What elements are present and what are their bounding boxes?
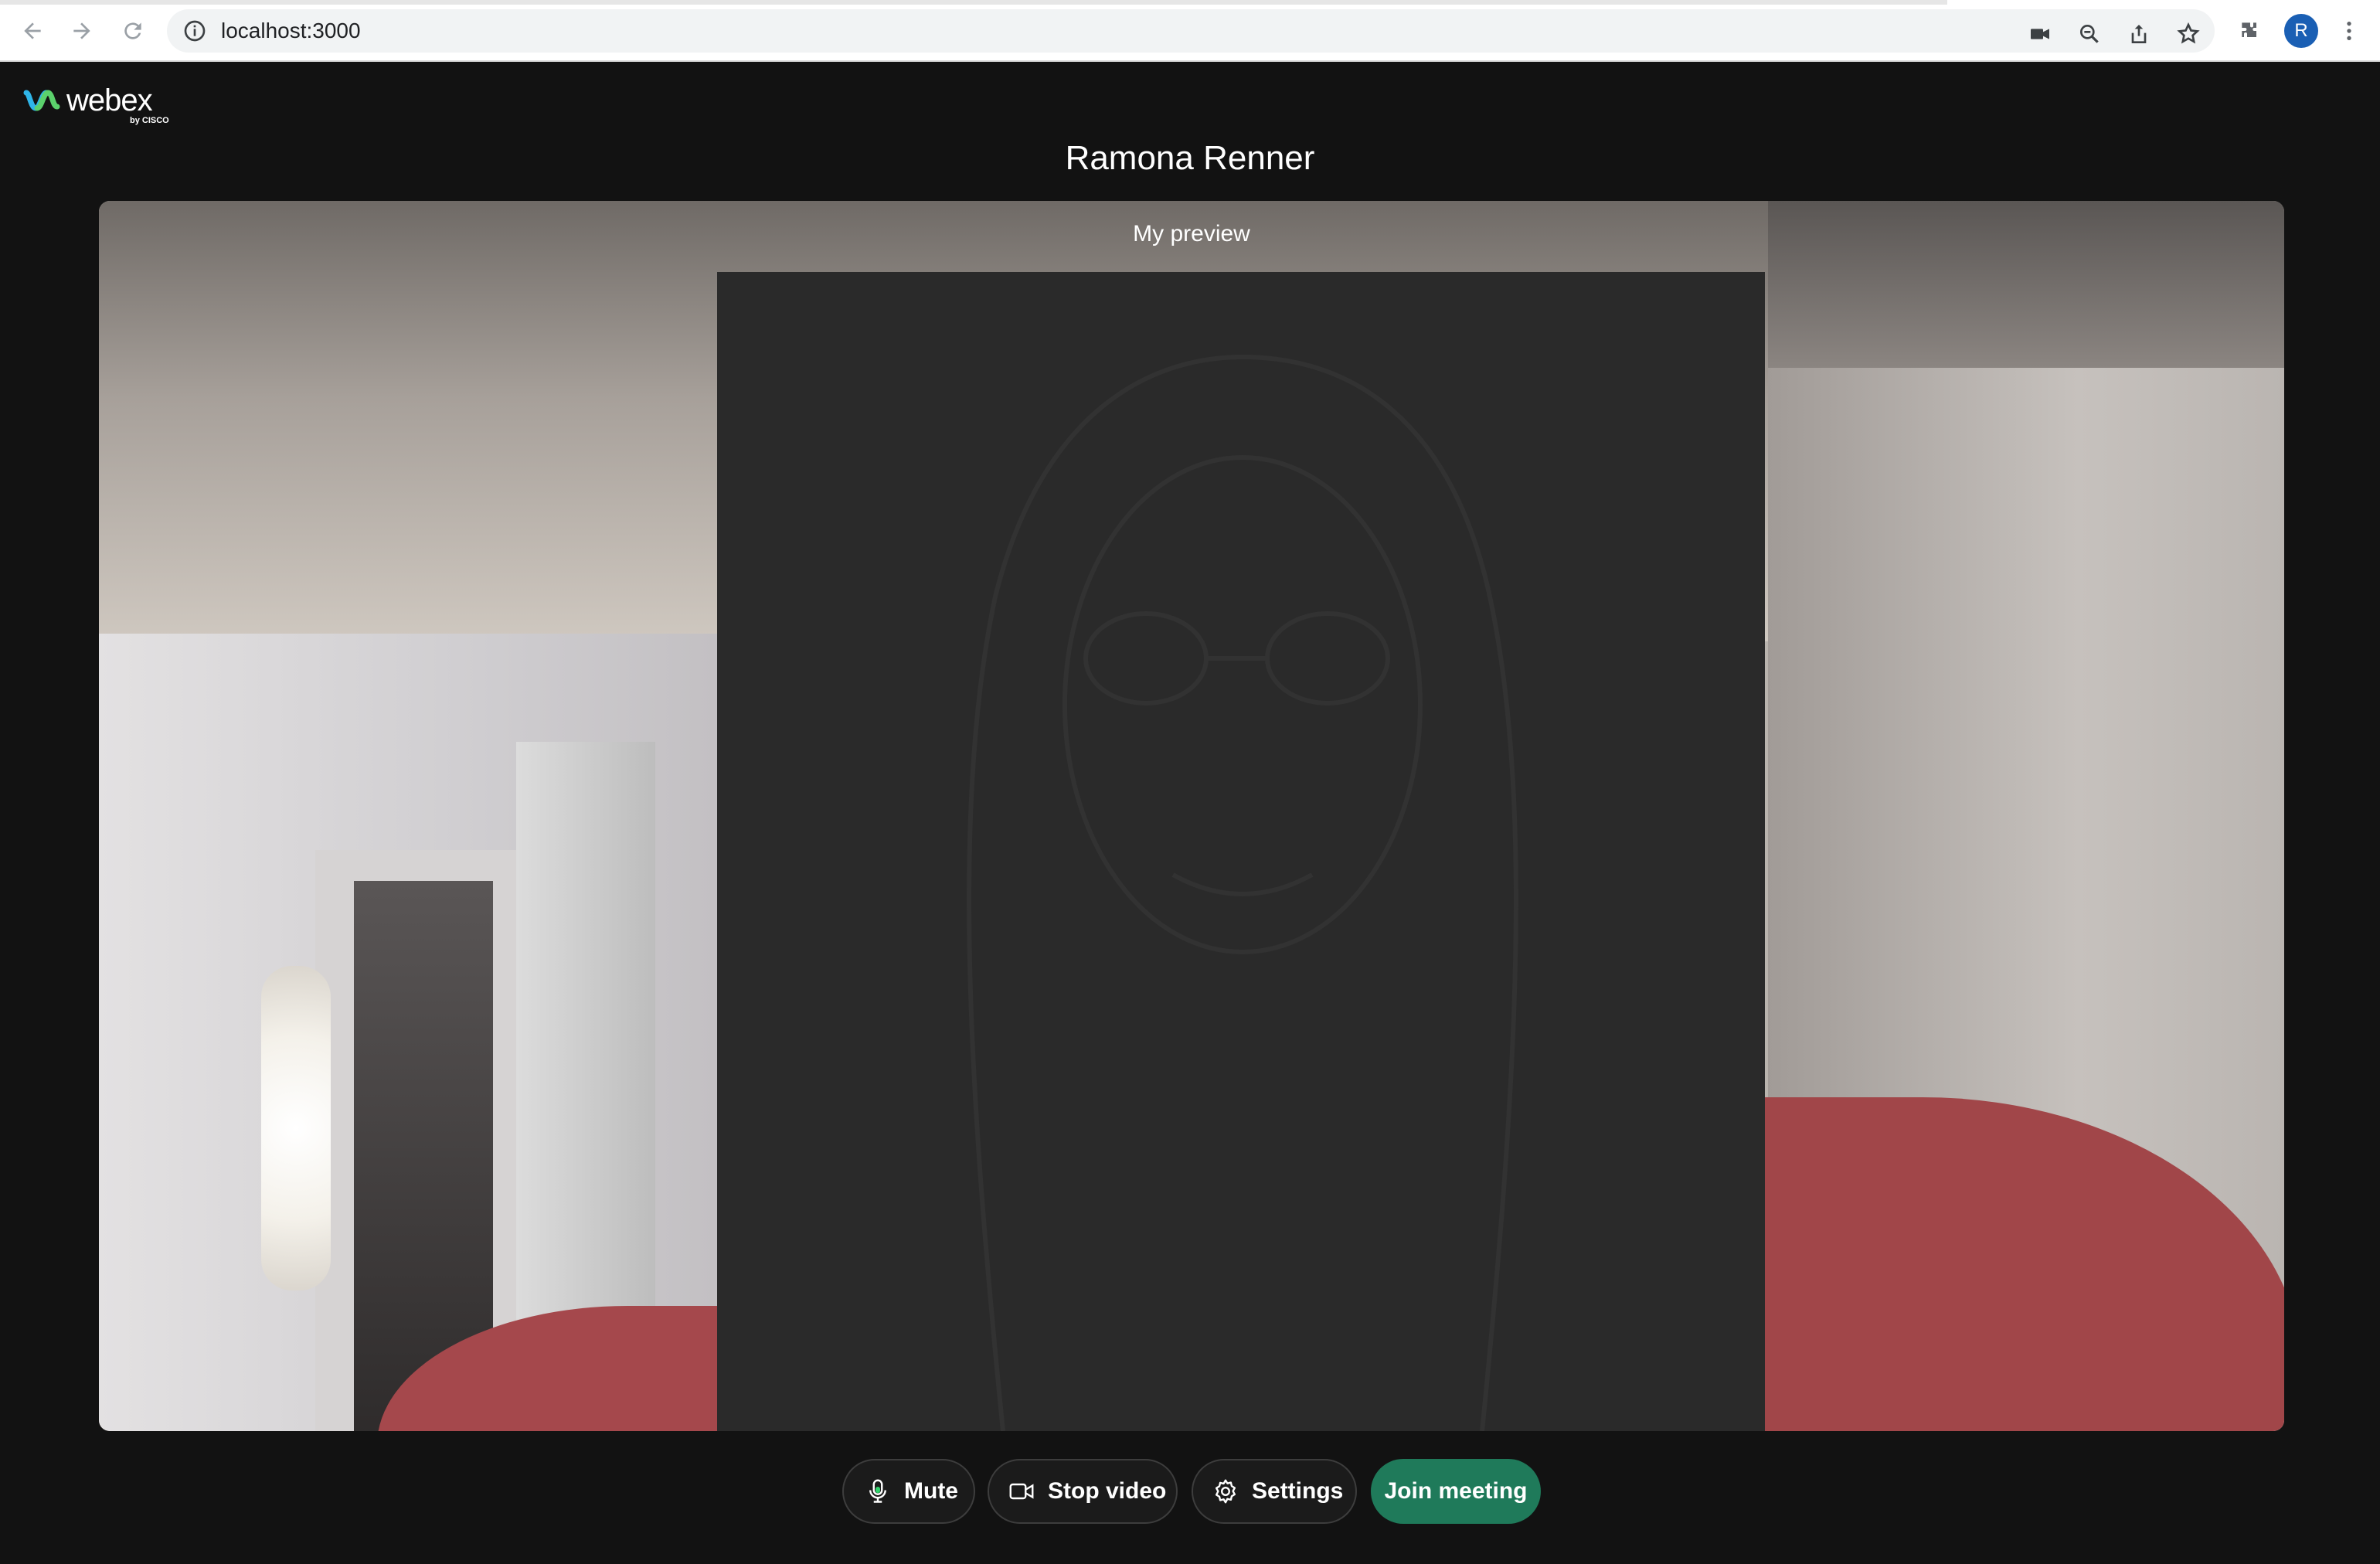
settings-button[interactable]: Settings — [1192, 1459, 1357, 1524]
video-stage: My preview — [99, 201, 2284, 1431]
camera-icon — [2031, 29, 2049, 39]
forward-button[interactable] — [65, 14, 99, 48]
join-meeting-button[interactable]: Join meeting — [1371, 1459, 1541, 1524]
logo-wordmark: webex — [66, 83, 153, 117]
mute-button[interactable]: Mute — [842, 1459, 975, 1524]
share-button[interactable] — [2123, 19, 2154, 49]
zoom-indicator[interactable] — [2074, 19, 2105, 49]
browser-menu-button[interactable] — [2334, 15, 2365, 46]
preview-silhouette — [967, 354, 1518, 1431]
back-button[interactable] — [15, 14, 49, 48]
stop-video-button[interactable]: Stop video — [988, 1459, 1178, 1524]
extensions-button[interactable] — [2235, 15, 2266, 46]
extensions-icon — [2242, 22, 2256, 37]
webex-logo-icon — [23, 90, 60, 111]
mute-label: Mute — [904, 1478, 958, 1504]
reload-icon — [124, 22, 141, 39]
join-meeting-label: Join meeting — [1384, 1478, 1528, 1504]
stop-video-label: Stop video — [1048, 1478, 1167, 1504]
video-camera-icon — [1009, 1483, 1034, 1500]
logo-subtext: by CISCO — [130, 116, 169, 125]
profile-avatar[interactable]: R — [2284, 14, 2318, 48]
kebab-menu-icon — [2347, 22, 2351, 40]
self-preview-video — [717, 272, 1765, 1431]
background-lamp — [261, 966, 331, 1290]
camera-indicator[interactable] — [2025, 19, 2055, 49]
preview-label: My preview — [1133, 221, 1250, 246]
settings-label: Settings — [1252, 1478, 1344, 1504]
webex-logo: webex by CISCO — [23, 83, 178, 130]
microphone-icon — [869, 1479, 886, 1503]
star-icon — [2177, 22, 2200, 44]
loading-progress-bar — [0, 0, 1947, 5]
participant-name: Ramona Renner — [1065, 139, 1315, 177]
zoom-icon — [2080, 24, 2099, 43]
forward-arrow-icon — [73, 22, 90, 39]
url-text[interactable]: localhost:3000 — [221, 9, 361, 53]
share-icon — [2131, 25, 2147, 43]
browser-toolbar: localhost:3000 R — [0, 0, 2380, 62]
back-arrow-icon — [24, 22, 41, 39]
reload-button[interactable] — [116, 14, 150, 48]
bookmark-button[interactable] — [2173, 19, 2204, 49]
info-icon[interactable] — [182, 19, 207, 43]
gear-icon — [1215, 1479, 1236, 1504]
address-bar[interactable]: localhost:3000 — [167, 9, 2215, 53]
